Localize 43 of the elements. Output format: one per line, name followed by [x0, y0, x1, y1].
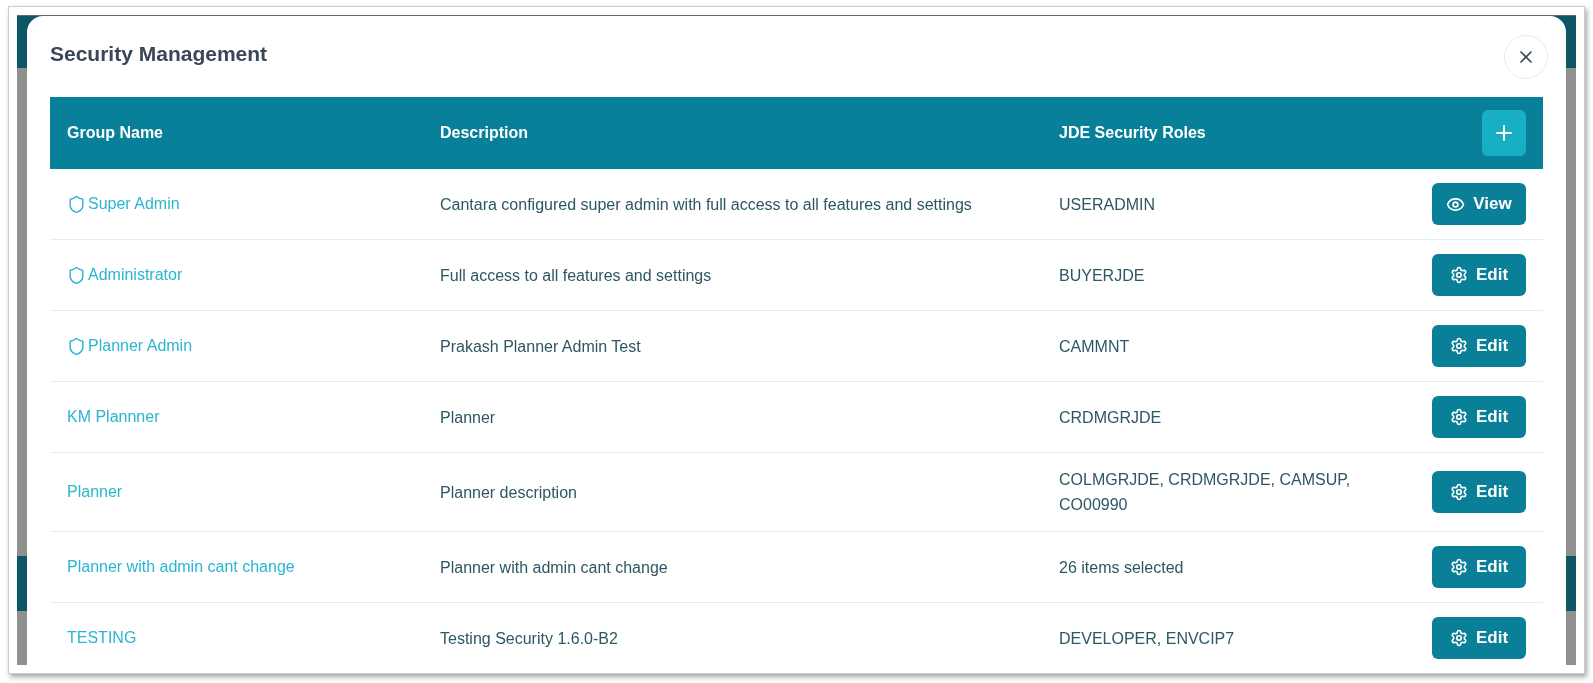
description-cell-text: Planner: [440, 407, 496, 428]
edit-button[interactable]: Edit: [1432, 617, 1526, 659]
column-header: JDE Security Roles: [1059, 124, 1206, 142]
roles-cell-text: 26 items selected: [1059, 557, 1184, 578]
edit-button[interactable]: Edit: [1432, 546, 1526, 588]
shield-icon: [67, 194, 86, 214]
roles-cell-text: CRDMGRJDE: [1059, 407, 1162, 428]
group-name-link[interactable]: KM Plannner: [67, 408, 160, 426]
roles-cell-text: BUYERJDE: [1059, 265, 1145, 286]
gear-icon: [1449, 337, 1468, 355]
close-button[interactable]: [1504, 35, 1548, 79]
gear-icon: [1449, 266, 1468, 284]
description-cell-text: Planner with admin cant change: [440, 557, 668, 578]
group-name-link[interactable]: Planner: [67, 483, 123, 501]
description-cell-text: Testing Security 1.6.0-B2: [440, 628, 618, 649]
roles-cell-text: USERADMIN: [1059, 194, 1155, 215]
gear-icon: [1449, 558, 1468, 576]
edit-button[interactable]: Edit: [1432, 325, 1526, 367]
group-name-link[interactable]: TESTING: [67, 629, 137, 647]
roles-cell-text: COLMGRJDE, CRDMGRJDE, CAMSUP, CO00990: [1059, 470, 1352, 515]
edit-button[interactable]: Edit: [1432, 471, 1526, 513]
group-name-link[interactable]: Planner Admin: [67, 336, 193, 356]
modal-title: Security Management: [50, 42, 268, 66]
column-header: Group Name: [67, 124, 163, 142]
shield-icon: [67, 336, 86, 356]
gear-icon: [1449, 483, 1468, 501]
edit-button[interactable]: Edit: [1432, 396, 1526, 438]
group-name-link[interactable]: Planner with admin cant change: [67, 558, 295, 576]
roles-cell-text: CAMMNT: [1059, 336, 1130, 357]
column-header: Description: [440, 124, 528, 142]
roles-cell-text: DEVELOPER, ENVCIP7: [1059, 628, 1235, 649]
description-cell-text: Planner description: [440, 482, 577, 503]
group-name-link[interactable]: Administrator: [67, 265, 183, 285]
view-button[interactable]: View: [1432, 183, 1526, 225]
group-name-link[interactable]: Super Admin: [67, 194, 180, 214]
edit-button[interactable]: Edit: [1432, 254, 1526, 296]
gear-icon: [1449, 408, 1468, 426]
gear-icon: [1449, 629, 1468, 647]
description-cell-text: Full access to all features and settings: [440, 265, 712, 286]
description-cell-text: Cantara configured super admin with full access to all features and settings: [440, 194, 972, 215]
add-button[interactable]: [1482, 110, 1526, 156]
shield-icon: [67, 265, 86, 285]
description-cell-text: Prakash Planner Admin Test: [440, 336, 641, 357]
